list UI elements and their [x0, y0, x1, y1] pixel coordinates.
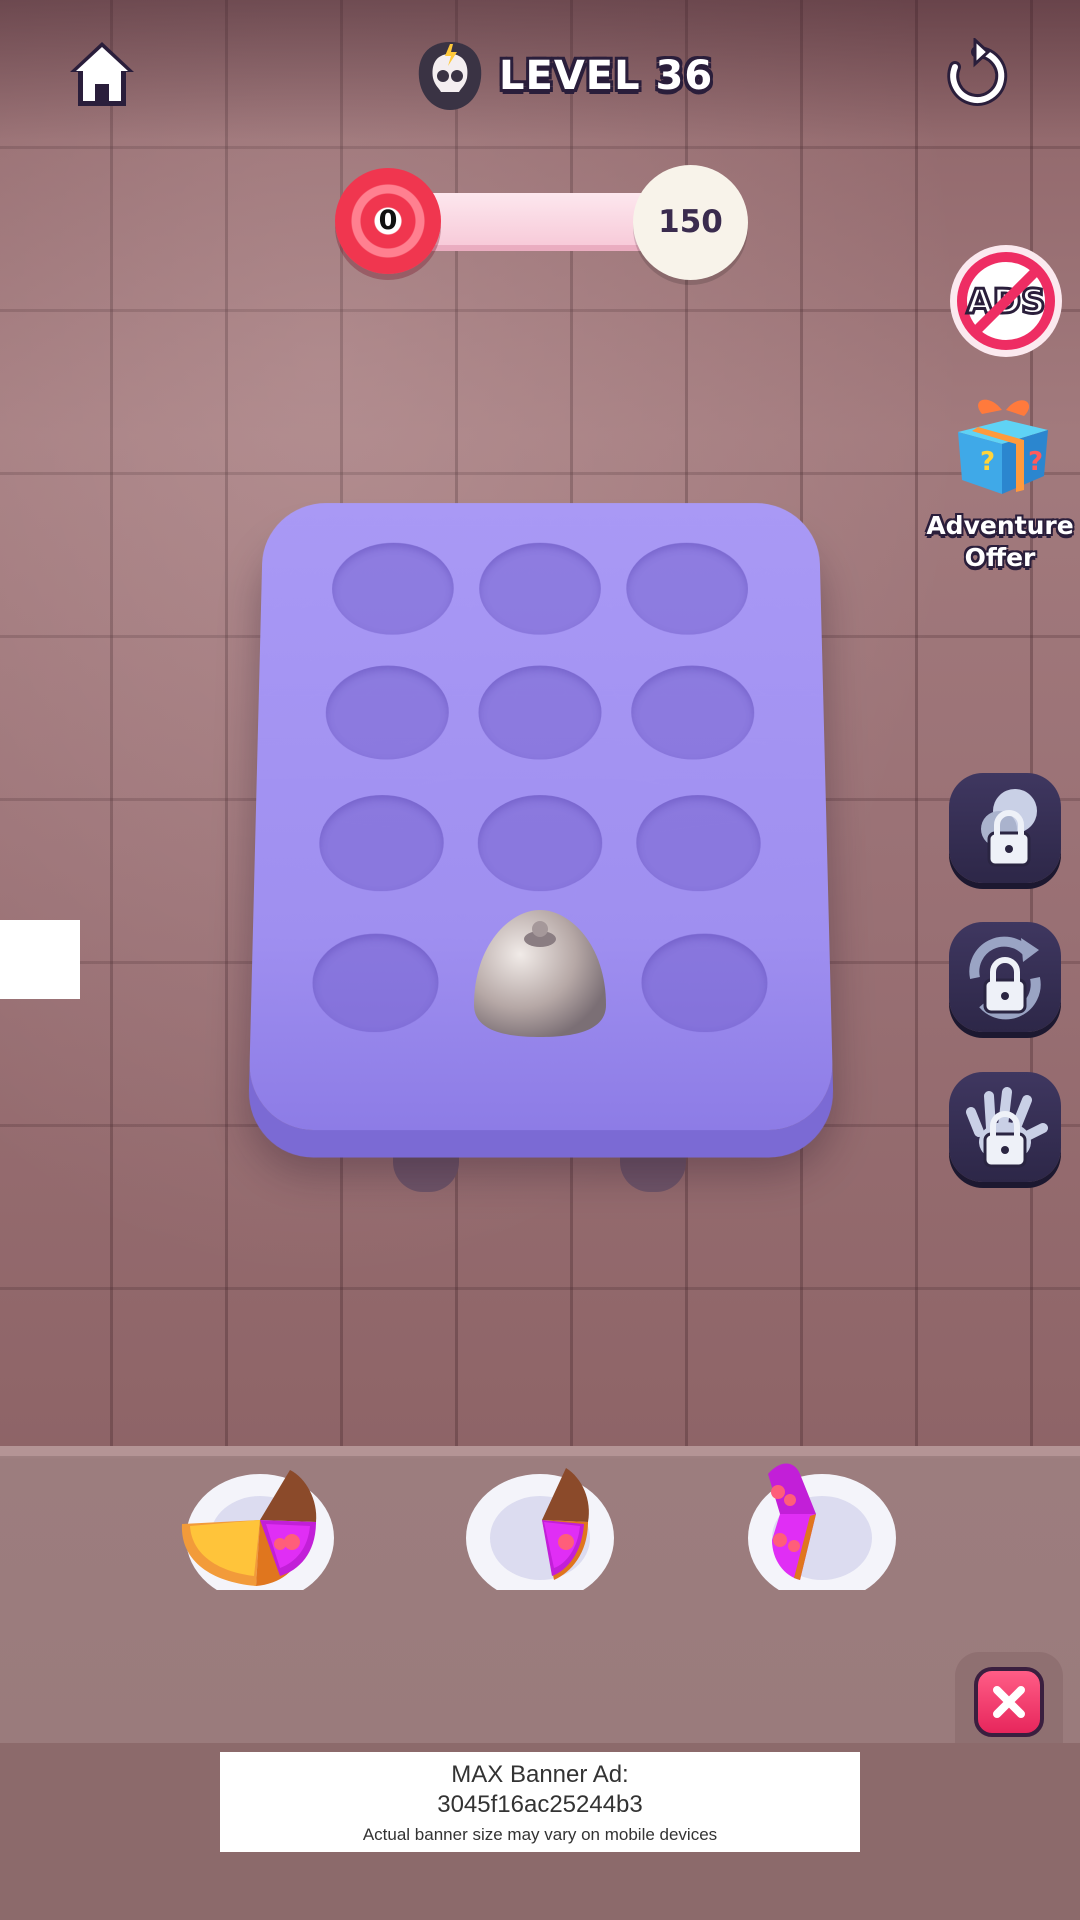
board-slot[interactable]	[478, 795, 603, 891]
adventure-offer-label: Adventure Offer	[922, 510, 1078, 574]
svg-text:?: ?	[1028, 447, 1043, 477]
banner-ad[interactable]: MAX Banner Ad: 3045f16ac25244b3 Actual b…	[220, 1752, 860, 1852]
tray-edge	[0, 1446, 1080, 1456]
ad-id: 3045f16ac25244b3	[220, 1790, 860, 1820]
close-icon	[989, 1682, 1029, 1722]
close-button[interactable]	[974, 1667, 1044, 1737]
home-icon	[64, 36, 140, 112]
level-indicator: LEVEL 36	[415, 38, 713, 114]
current-score: 0	[335, 168, 441, 274]
no-ads-button[interactable]: ADS	[948, 243, 1064, 359]
pie-plate[interactable]	[180, 1460, 336, 1590]
level-label: LEVEL 36	[499, 53, 713, 99]
home-button[interactable]	[64, 36, 140, 112]
board-slot[interactable]	[325, 666, 449, 760]
offscreen-panel	[0, 920, 80, 999]
no-ads-icon: ADS	[948, 243, 1064, 359]
grab-booster-button[interactable]	[949, 1072, 1061, 1182]
restart-button[interactable]	[942, 38, 1012, 112]
score-progress: 0 150	[335, 165, 747, 280]
skull-icon	[415, 40, 485, 112]
hand-icon	[949, 1072, 1061, 1182]
shuffle-booster-button[interactable]	[949, 922, 1061, 1032]
board-slot[interactable]	[331, 543, 454, 635]
ad-note: Actual banner size may vary on mobile de…	[220, 1823, 860, 1847]
board-slot[interactable]	[478, 666, 601, 760]
shuffle-icon	[949, 922, 1061, 1032]
hammer-booster-button[interactable]	[949, 773, 1061, 883]
pie-plate[interactable]	[462, 1460, 618, 1590]
hammer-icon	[949, 773, 1061, 883]
pie-plate[interactable]	[740, 1460, 896, 1590]
board-slot[interactable]	[641, 934, 768, 1032]
board-slot[interactable]	[626, 543, 749, 635]
restart-icon	[942, 38, 1012, 112]
board-slot[interactable]	[318, 795, 444, 891]
ad-title: MAX Banner Ad:	[220, 1760, 860, 1790]
adventure-offer-button[interactable]: ? ?	[948, 390, 1056, 498]
svg-text:?: ?	[980, 447, 995, 477]
board-slot[interactable]	[636, 795, 762, 891]
board-slot[interactable]	[312, 934, 439, 1032]
cloche-cover[interactable]	[470, 905, 610, 1040]
board-slot[interactable]	[631, 666, 755, 760]
goal-score: 150	[633, 165, 748, 280]
board-slot[interactable]	[479, 543, 601, 635]
gift-icon: ? ?	[948, 390, 1056, 498]
